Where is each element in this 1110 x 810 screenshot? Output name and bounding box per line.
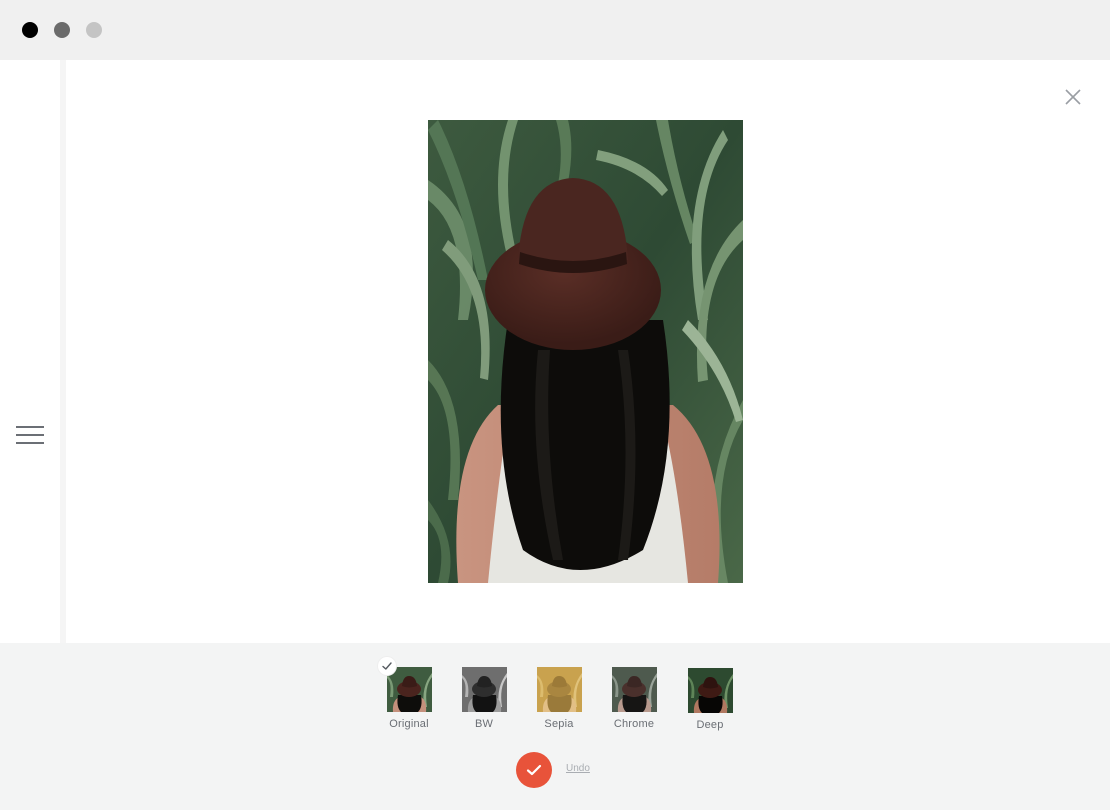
filter-thumbnail-bw: [461, 667, 507, 712]
filter-label-sepia: Sepia: [544, 718, 574, 730]
undo-link[interactable]: Undo: [566, 763, 590, 774]
sidebar: [0, 60, 60, 643]
checkmark-icon: [382, 662, 392, 670]
apply-button[interactable]: [516, 752, 552, 788]
window-titlebar: [0, 0, 1110, 60]
close-icon[interactable]: [1064, 88, 1082, 106]
preview-image: [428, 120, 743, 583]
filter-chrome[interactable]: Chrome: [599, 667, 669, 730]
filter-thumbnail-chrome: [611, 667, 657, 712]
checkmark-icon: [526, 764, 542, 776]
filter-original[interactable]: Original: [374, 667, 444, 730]
filter-deep[interactable]: Deep: [675, 668, 745, 731]
window-zoom-dot[interactable]: [86, 22, 102, 38]
filter-bw[interactable]: BW: [449, 667, 519, 730]
filter-label-bw: BW: [474, 718, 494, 730]
selected-check-badge: [378, 657, 396, 675]
window-close-dot[interactable]: [22, 22, 38, 38]
filter-sepia[interactable]: Sepia: [524, 667, 594, 730]
filter-label-original: Original: [389, 718, 429, 730]
filter-thumbnail-deep: [687, 668, 733, 713]
filter-thumbnail-sepia: [536, 667, 582, 712]
hamburger-menu-icon[interactable]: [16, 426, 44, 444]
filter-label-deep: Deep: [696, 719, 724, 731]
window-minimize-dot[interactable]: [54, 22, 70, 38]
filter-label-chrome: Chrome: [613, 718, 655, 730]
